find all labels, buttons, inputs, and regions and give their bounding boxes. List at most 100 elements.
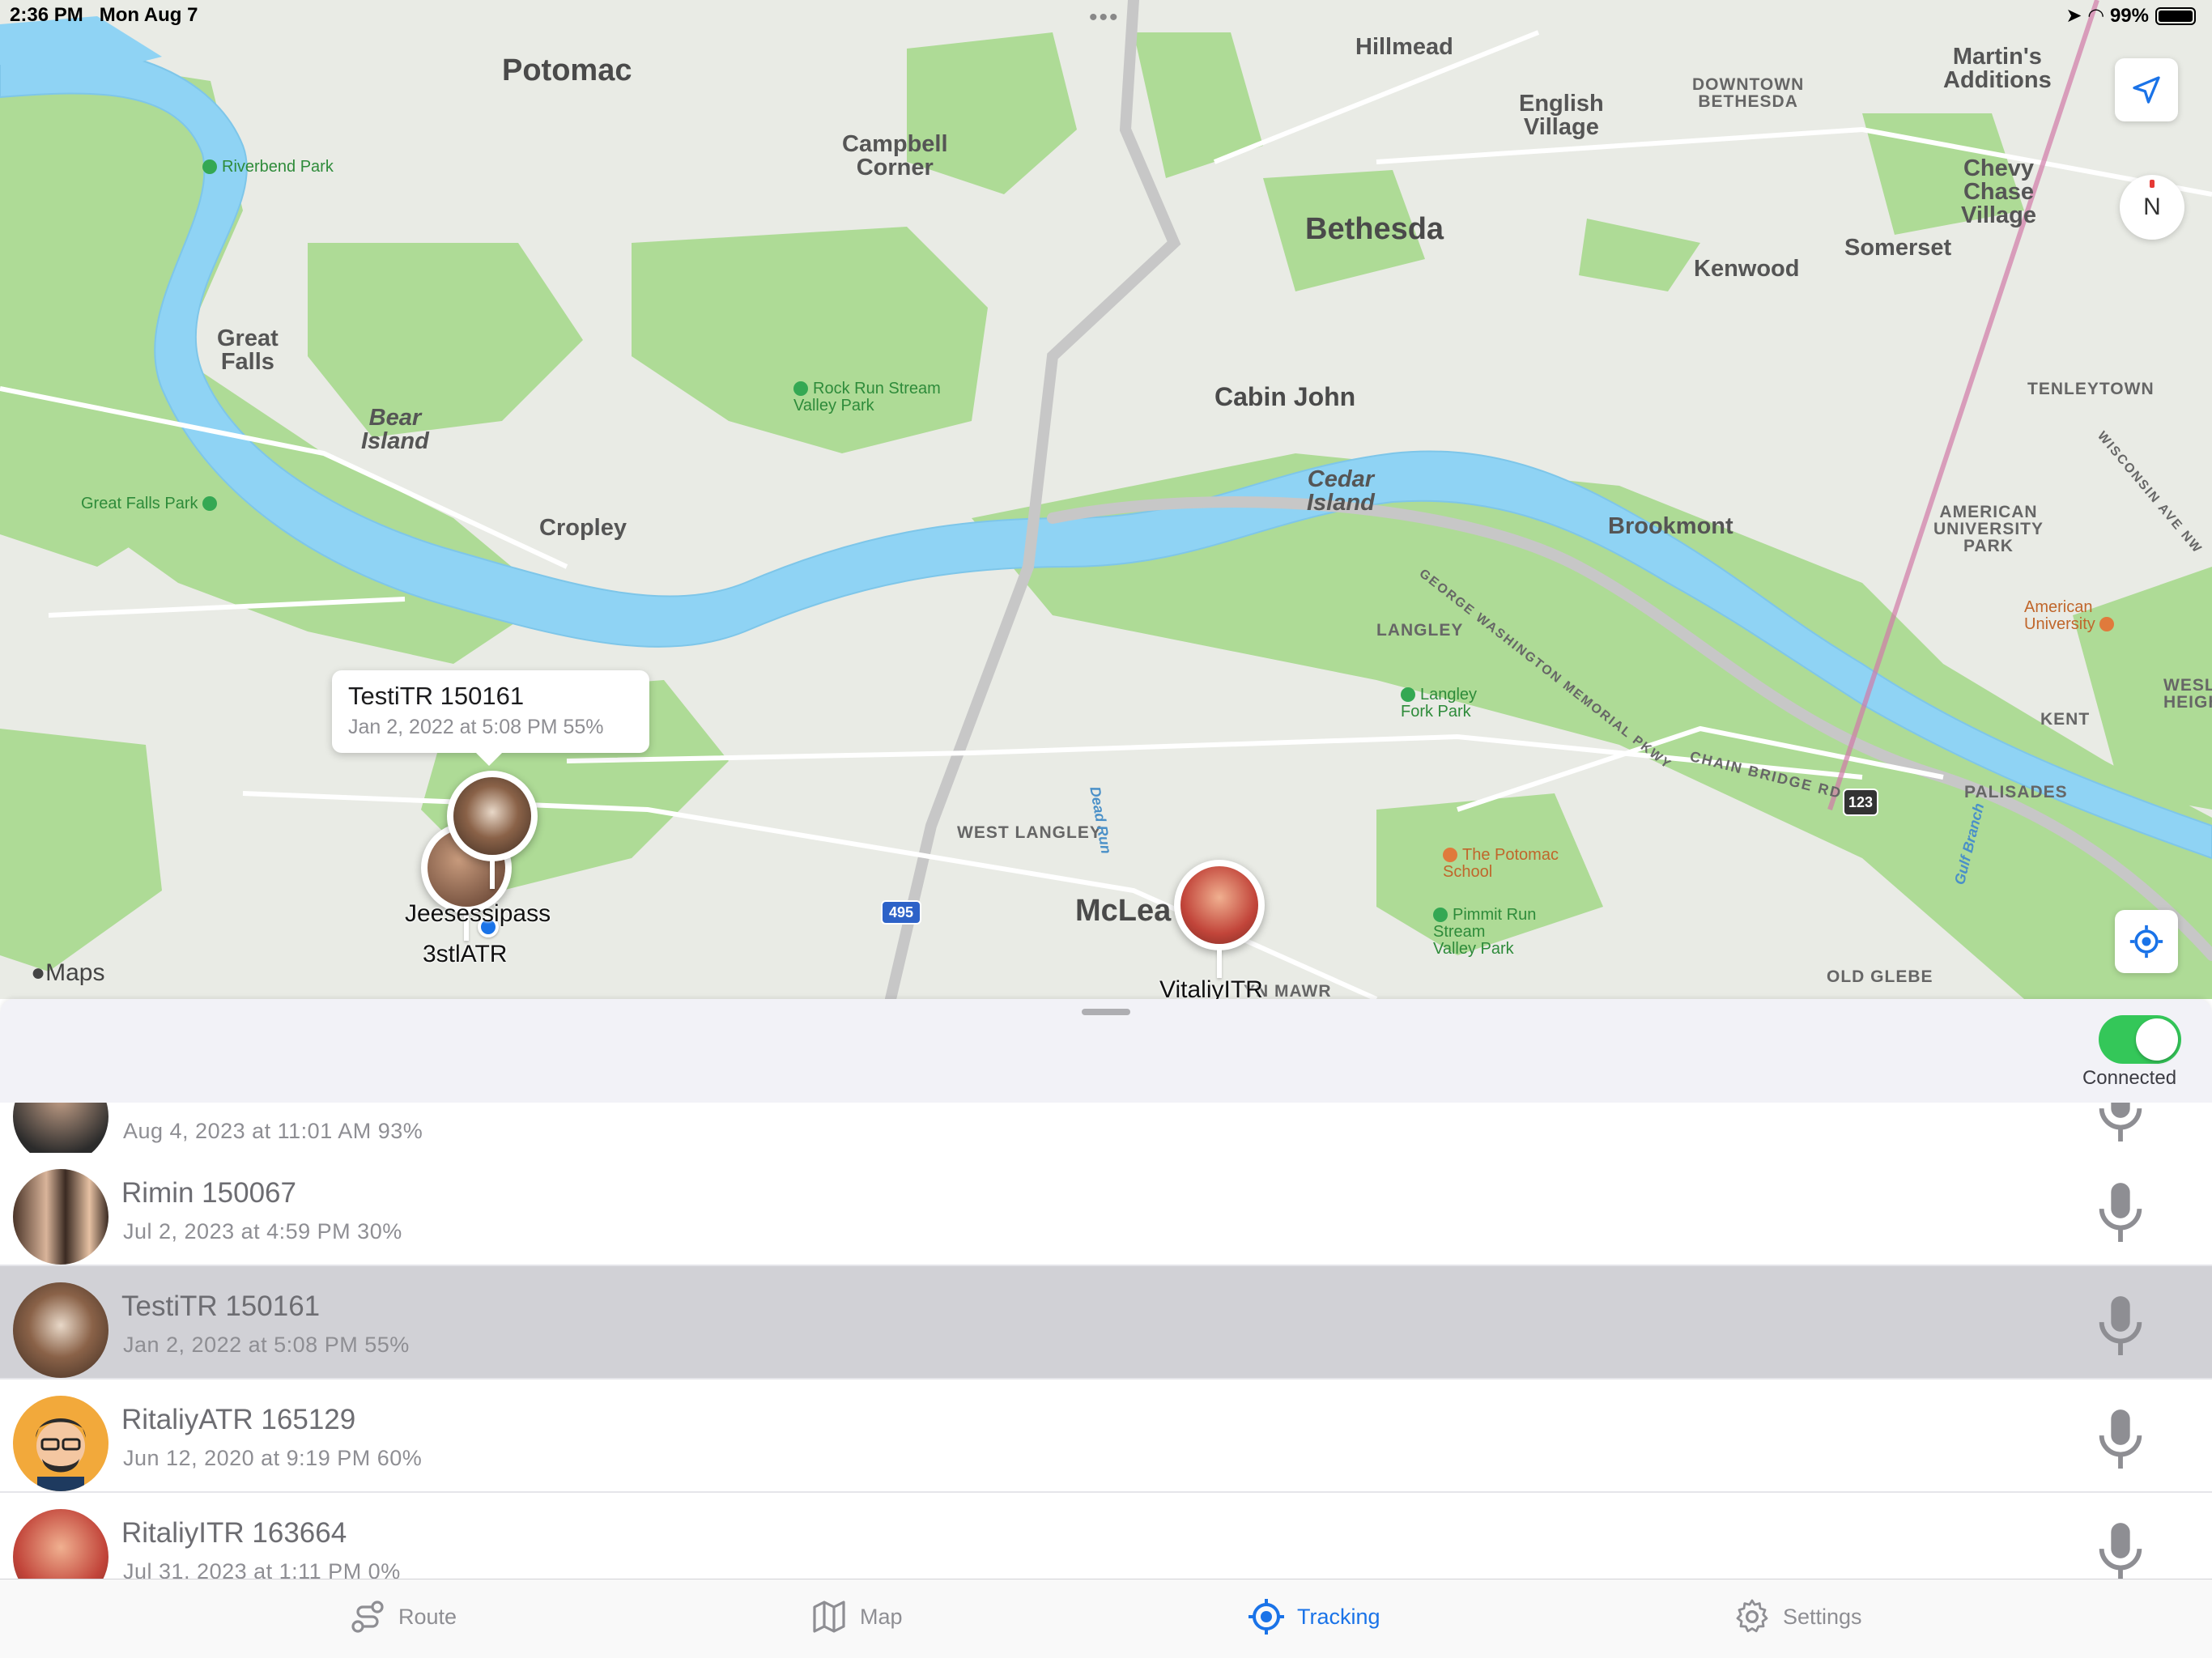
- park-great-falls[interactable]: Great Falls Park: [81, 495, 222, 512]
- place-cedar-island: Cedar Island: [1307, 466, 1375, 516]
- bottom-sheet-header[interactable]: Connected: [0, 999, 2212, 1103]
- list-item[interactable]: RitaliyITR 163664 Jul 31, 2023 at 1:11 P…: [0, 1493, 2212, 1579]
- place-cabin-john: Cabin John: [1214, 382, 1356, 411]
- place-kent: KENT: [2040, 710, 2091, 729]
- cartoon-face-icon: [36, 1418, 86, 1491]
- connected-toggle[interactable]: [2099, 1015, 2181, 1064]
- list-item[interactable]: Rimin 150067 Jul 2, 2023 at 4:59 PM 30%: [0, 1153, 2212, 1266]
- park-riverbend-label: Riverbend Park: [222, 158, 334, 176]
- place-langley: LANGLEY: [1376, 621, 1464, 640]
- place-martins-additions: Martin's Additions: [1943, 44, 2052, 93]
- place-somerset: Somerset: [1844, 235, 1952, 261]
- place-kenwood: Kenwood: [1694, 256, 1800, 282]
- apple-maps-attribution[interactable]: ●Maps: [31, 959, 104, 987]
- place-bethesda: Bethesda: [1305, 212, 1444, 246]
- map-view[interactable]: 2:36 PM Mon Aug 7 ➤ ◠ 99% ••• Potomac Hi…: [0, 0, 2212, 999]
- row-subtitle: Jun 12, 2020 at 9:19 PM 60%: [123, 1446, 423, 1470]
- callout-subtitle: Jan 2, 2022 at 5:08 PM 55%: [348, 716, 604, 738]
- tab-map[interactable]: Map: [810, 1597, 903, 1636]
- place-great-falls: Great Falls: [217, 325, 279, 375]
- row-subtitle: Aug 4, 2023 at 11:01 AM 93%: [123, 1119, 423, 1143]
- park-riverbend[interactable]: Riverbend Park: [202, 159, 334, 176]
- wifi-icon: ◠: [2088, 5, 2104, 27]
- sheet-grabber[interactable]: [1082, 1009, 1130, 1015]
- park-rock-run-label: Rock Run Stream Valley Park: [793, 380, 941, 414]
- status-right: ➤ ◠ 99%: [2065, 4, 2196, 28]
- school-icon: [1443, 848, 1457, 862]
- annotation-callout[interactable]: TestiTR 150161 Jan 2, 2022 at 5:08 PM 55…: [332, 670, 649, 766]
- place-downtown-bethesda: DOWNTOWN BETHESDA: [1692, 75, 1805, 111]
- microphone-icon[interactable]: [2092, 1290, 2149, 1363]
- row-name: RitaliyITR 163664: [121, 1517, 347, 1549]
- place-old-glebe: OLD GLEBE: [1827, 967, 1933, 986]
- place-cropley: Cropley: [539, 515, 627, 541]
- map-pin-vitaliy[interactable]: [1174, 860, 1265, 978]
- gear-icon: [1736, 1599, 1768, 1633]
- place-hillmead: Hillmead: [1355, 34, 1453, 60]
- row-subtitle: Jul 2, 2023 at 4:59 PM 30%: [123, 1219, 402, 1244]
- route-shield-icon: 123: [1843, 789, 1878, 816]
- place-bear-island: Bear Island: [361, 405, 429, 454]
- poi-american-university[interactable]: American University: [2024, 599, 2119, 633]
- recenter-button[interactable]: [2115, 910, 2178, 973]
- interstate-shield-icon: 495: [881, 900, 921, 925]
- park-pimmit-run-label: Pimmit Run Stream Valley Park: [1433, 906, 1537, 958]
- compass-label: N: [2143, 193, 2161, 220]
- tab-route[interactable]: Route: [348, 1597, 457, 1636]
- pin-label-vitaliy: VitaliyITR: [1159, 976, 1263, 999]
- avatar-dog: [453, 777, 531, 855]
- date: Mon Aug 7: [99, 4, 198, 26]
- clock: 2:36 PM: [10, 4, 83, 26]
- battery-percent: 99%: [2109, 4, 2149, 27]
- multitasking-dots-icon[interactable]: •••: [1089, 4, 1120, 32]
- poi-potomac-school-label: The Potomac School: [1443, 846, 1559, 881]
- tab-tracking[interactable]: Tracking: [1247, 1597, 1380, 1636]
- tab-settings[interactable]: Settings: [1733, 1597, 1862, 1636]
- park-icon: [202, 159, 217, 174]
- row-name: TestiTR 150161: [121, 1290, 321, 1322]
- location-services-icon: ➤: [2065, 5, 2082, 27]
- place-chevy-chase-village: Chevy Chase Village: [1961, 155, 2036, 228]
- park-great-falls-label: Great Falls Park: [81, 495, 198, 512]
- microphone-icon[interactable]: [2092, 1177, 2149, 1250]
- map-icon: [813, 1601, 845, 1633]
- compass-north-tick: [2150, 180, 2155, 188]
- toggle-knob: [2136, 1018, 2178, 1061]
- compass-button[interactable]: N: [2120, 175, 2184, 240]
- battery-icon: [2155, 6, 2196, 25]
- park-langley-fork[interactable]: Langley Fork Park: [1401, 687, 1477, 721]
- target-icon: [2129, 925, 2163, 959]
- avatar-statue: [13, 1509, 108, 1579]
- microphone-icon[interactable]: [2092, 1517, 2149, 1579]
- park-pimmit-run[interactable]: Pimmit Run Stream Valley Park: [1433, 907, 1536, 958]
- microphone-icon[interactable]: [2092, 1103, 2149, 1150]
- tracked-devices-list[interactable]: Aug 4, 2023 at 11:01 AM 93% Rimin 150067…: [0, 1103, 2212, 1579]
- poi-potomac-school[interactable]: The Potomac School: [1443, 847, 1559, 881]
- place-potomac: Potomac: [502, 53, 632, 87]
- map-pin-testitr[interactable]: [447, 771, 538, 889]
- tracking-icon: [1249, 1599, 1284, 1635]
- place-american-university-park: AMERICAN UNIVERSITY PARK: [1933, 503, 2044, 555]
- route-icon: [351, 1601, 384, 1633]
- tab-route-label: Route: [398, 1604, 457, 1629]
- locate-button[interactable]: [2115, 58, 2178, 121]
- park-icon: [793, 381, 808, 396]
- avatar-cartoon: [13, 1396, 108, 1491]
- place-mclean: McLea: [1075, 894, 1172, 928]
- tab-bar: Route Map Tracking Settings: [0, 1579, 2212, 1658]
- tab-settings-label: Settings: [1783, 1604, 1862, 1629]
- place-english-village: English Village: [1519, 91, 1604, 140]
- list-item[interactable]: RitaliyATR 165129 Jun 12, 2020 at 9:19 P…: [0, 1380, 2212, 1493]
- place-brookmont: Brookmont: [1608, 513, 1733, 539]
- avatar-statue: [1180, 866, 1258, 944]
- avatar-couple: [13, 1169, 108, 1265]
- place-west-langley: WEST LANGLEY: [957, 823, 1102, 842]
- callout-title: TestiTR 150161: [348, 682, 525, 710]
- tab-map-label: Map: [860, 1604, 903, 1629]
- list-item-selected[interactable]: TestiTR 150161 Jan 2, 2022 at 5:08 PM 55…: [0, 1266, 2212, 1380]
- park-rock-run[interactable]: Rock Run Stream Valley Park: [793, 380, 941, 414]
- apple-logo-icon: ●: [31, 959, 46, 986]
- park-icon: [1433, 908, 1448, 922]
- microphone-icon[interactable]: [2092, 1404, 2149, 1477]
- attribution-label: Maps: [45, 959, 105, 986]
